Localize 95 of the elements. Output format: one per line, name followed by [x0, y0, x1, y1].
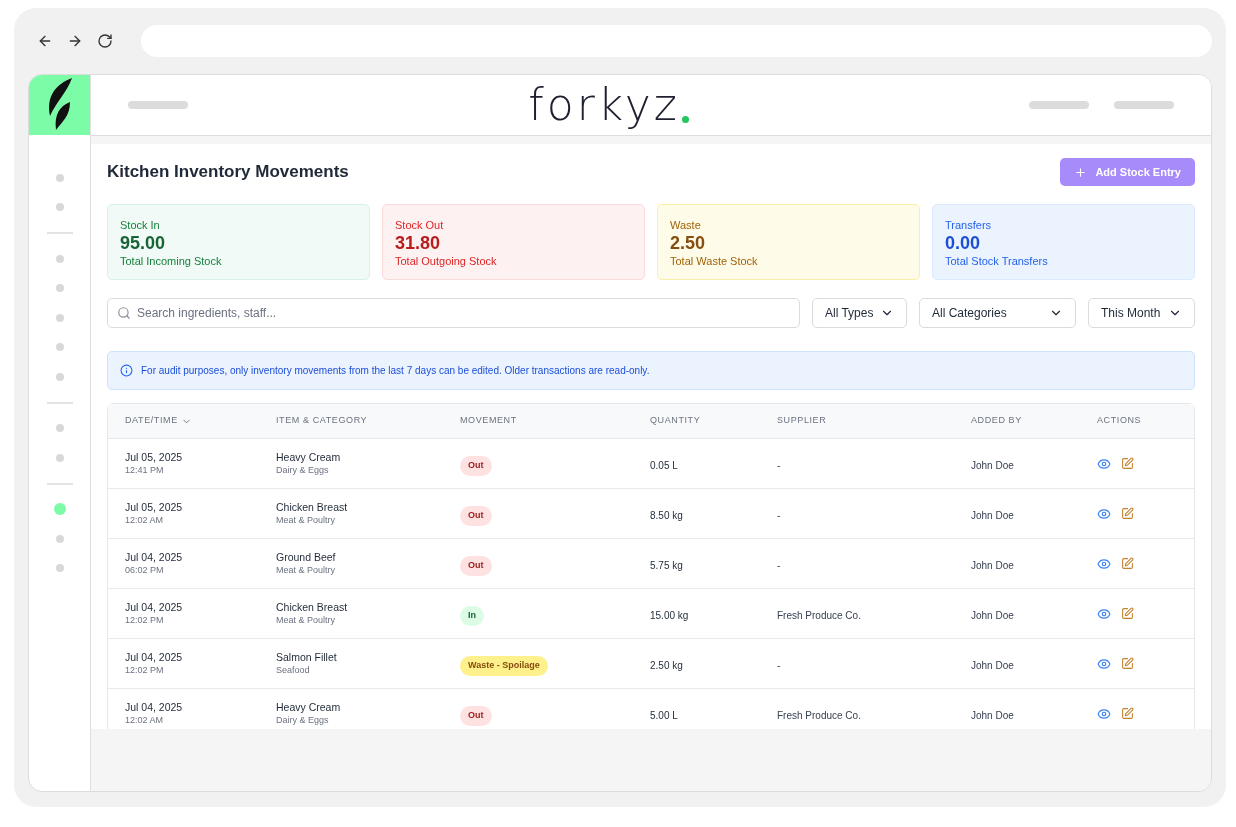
view-icon[interactable]: [1097, 456, 1111, 471]
time-text: 12:02 AM: [125, 514, 165, 526]
quantity-text: 8.50 kg: [650, 509, 683, 521]
item-name: Chicken Breast: [276, 601, 349, 614]
edit-icon[interactable]: [1121, 557, 1134, 570]
stat-value: 2.50: [670, 232, 707, 254]
notice-text: For audit purposes, only inventory movements from the last 7 days can be edited. Older transactions are read-only.: [141, 364, 650, 378]
item-category: Dairy & Eggs: [276, 714, 330, 726]
item-name: Chicken Breast: [276, 501, 349, 514]
added-by-text: John Doe: [971, 659, 1014, 671]
item-category: Seafood: [276, 664, 311, 676]
column-header: SUPPLIER: [777, 414, 827, 428]
edit-icon[interactable]: [1121, 457, 1134, 470]
quantity-text: 5.00 L: [650, 709, 678, 721]
time-text: 12:02 AM: [125, 714, 165, 726]
supplier-text: Fresh Produce Co.: [777, 609, 861, 621]
date-text: Jul 04, 2025: [125, 551, 184, 564]
date-text: Jul 04, 2025: [125, 701, 184, 714]
quantity-text: 0.05 L: [650, 459, 678, 471]
stat-label: Waste: [670, 218, 702, 232]
search-icon: [117, 306, 131, 320]
placeholder-bar: [128, 101, 188, 109]
filter-dropdown[interactable]: This Month: [1088, 298, 1195, 328]
stat-caption: Total Outgoing Stock: [395, 254, 498, 269]
view-icon[interactable]: [1097, 606, 1111, 621]
stat-value: 95.00: [120, 232, 167, 254]
added-by-text: John Doe: [971, 459, 1014, 471]
supplier-text: -: [777, 559, 781, 571]
time-text: 06:02 PM: [125, 564, 165, 576]
date-text: Jul 05, 2025: [125, 451, 184, 464]
movement-badge: Waste - Spoilage: [460, 656, 548, 676]
filter-dropdown[interactable]: All Categories: [919, 298, 1076, 328]
item-category: Meat & Poultry: [276, 564, 337, 576]
column-header: MOVEMENT: [460, 414, 517, 428]
back-icon[interactable]: [37, 33, 53, 49]
date-text: Jul 04, 2025: [125, 601, 184, 614]
added-by-text: John Doe: [971, 559, 1014, 571]
stat-label: Stock In: [120, 218, 161, 232]
column-header: QUANTITY: [650, 414, 701, 428]
date-text: Jul 04, 2025: [125, 651, 184, 664]
edit-icon[interactable]: [1121, 507, 1134, 520]
search-field[interactable]: Search ingredients, staff...: [107, 298, 800, 328]
time-text: 12:02 PM: [125, 614, 165, 626]
view-icon[interactable]: [1097, 506, 1111, 521]
movement-badge: Out: [460, 506, 492, 526]
added-by-text: John Doe: [971, 709, 1014, 721]
edit-icon[interactable]: [1121, 657, 1134, 670]
view-icon[interactable]: [1097, 706, 1111, 721]
stat-caption: Total Incoming Stock: [120, 254, 223, 269]
time-text: 12:41 PM: [125, 464, 165, 476]
added-by-text: John Doe: [971, 609, 1014, 621]
placeholder-bar: [1114, 101, 1174, 109]
column-header: ADDED BY: [971, 414, 1022, 428]
movement-badge: Out: [460, 556, 492, 576]
column-header: ACTIONS: [1097, 414, 1142, 428]
view-icon[interactable]: [1097, 656, 1111, 671]
item-name: Heavy Cream: [276, 451, 342, 464]
supplier-text: -: [777, 459, 781, 471]
movement-badge: Out: [460, 706, 492, 726]
item-name: Salmon Fillet: [276, 651, 338, 664]
supplier-text: -: [777, 509, 781, 521]
date-text: Jul 05, 2025: [125, 501, 184, 514]
stat-value: 31.80: [395, 232, 442, 254]
item-name: Heavy Cream: [276, 701, 342, 714]
reload-icon[interactable]: [97, 33, 113, 49]
added-by-text: John Doe: [971, 509, 1014, 521]
item-category: Meat & Poultry: [276, 614, 337, 626]
brand-logo: forkyz: [528, 83, 680, 127]
stat-label: Transfers: [945, 218, 993, 232]
item-name: Ground Beef: [276, 551, 337, 564]
time-text: 12:02 PM: [125, 664, 165, 676]
movement-badge: In: [460, 606, 484, 626]
quantity-text: 5.75 kg: [650, 559, 683, 571]
movement-badge: Out: [460, 456, 492, 476]
supplier-text: Fresh Produce Co.: [777, 709, 861, 721]
stat-label: Stock Out: [395, 218, 445, 232]
stat-value: 0.00: [945, 232, 982, 254]
forward-icon[interactable]: [67, 33, 83, 49]
column-header[interactable]: DATE/TIME: [125, 414, 178, 428]
supplier-text: -: [777, 659, 781, 671]
item-category: Meat & Poultry: [276, 514, 337, 526]
plus-icon: [1074, 165, 1088, 179]
column-header: ITEM & CATEGORY: [276, 414, 368, 428]
item-category: Dairy & Eggs: [276, 464, 330, 476]
placeholder-bar: [1029, 101, 1089, 109]
view-icon[interactable]: [1097, 556, 1111, 571]
info-icon: [120, 364, 133, 377]
page-title: Kitchen Inventory Movements: [107, 161, 349, 184]
edit-icon[interactable]: [1121, 607, 1134, 620]
filter-dropdown[interactable]: All Types: [812, 298, 907, 328]
edit-icon[interactable]: [1121, 707, 1134, 720]
stat-caption: Total Stock Transfers: [945, 254, 1049, 269]
quantity-text: 15.00 kg: [650, 609, 689, 621]
stat-caption: Total Waste Stock: [670, 254, 759, 269]
quantity-text: 2.50 kg: [650, 659, 683, 671]
